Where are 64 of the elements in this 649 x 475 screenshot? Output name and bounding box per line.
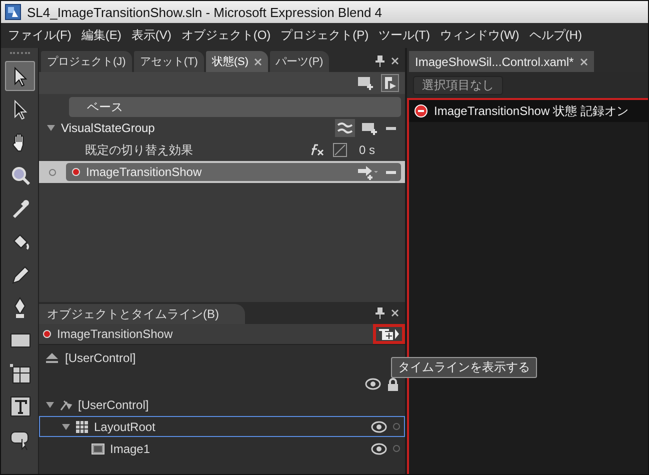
menu-item[interactable]: ツール(T) (374, 27, 435, 44)
record-dot (72, 168, 80, 176)
pin-icon[interactable] (375, 55, 385, 67)
state-item[interactable]: ImageTransitionShow (66, 163, 401, 181)
tree-row[interactable]: Image1 (39, 438, 405, 459)
add-state-group-icon[interactable] (357, 75, 375, 91)
group-name: VisualStateGroup (61, 121, 156, 135)
image-icon (91, 442, 105, 456)
menu-item[interactable]: 表示(V) (126, 27, 176, 44)
expand-icon[interactable] (62, 424, 70, 430)
pin-icon[interactable] (375, 307, 385, 319)
grip-handle[interactable] (10, 52, 30, 56)
tree-row[interactable]: [UserControl] (39, 394, 405, 415)
lock-toggle[interactable] (393, 423, 400, 430)
record-icon[interactable] (414, 104, 428, 118)
grid-icon (8, 362, 30, 384)
radio-dot[interactable] (49, 168, 56, 176)
panel-tab[interactable]: オブジェクトとタイムライン(B) (39, 304, 245, 324)
menu-item[interactable]: ヘルプ(H) (524, 27, 587, 44)
menu-item[interactable]: ファイル(F) (3, 27, 76, 44)
panel-tab[interactable]: アセット(T) (134, 51, 204, 72)
panel-tab[interactable]: パーツ(P) (270, 51, 330, 72)
window-title: SL4_ImageTransitionShow.sln - Microsoft Expression Blend 4 (27, 4, 382, 20)
eye-icon[interactable] (365, 378, 381, 390)
close-icon[interactable] (254, 58, 262, 66)
transition-label: 既定の切り替え効果 (85, 142, 194, 158)
base-state[interactable]: ベース (69, 97, 401, 117)
panel-tab[interactable]: 状態(S) (206, 51, 268, 72)
lock-icon[interactable] (387, 378, 399, 390)
text-icon (8, 395, 30, 417)
timeline-icon (378, 327, 400, 341)
close-icon[interactable] (391, 57, 399, 65)
easing-curve-icon[interactable] (332, 143, 347, 157)
app-icon (5, 4, 21, 20)
add-transition-icon[interactable] (357, 164, 379, 180)
grid-icon (75, 420, 89, 434)
expand-icon[interactable] (47, 125, 55, 131)
select-tool[interactable] (4, 61, 34, 91)
close-icon[interactable] (391, 309, 399, 317)
expand-icon[interactable] (46, 402, 54, 408)
lock-toggle[interactable] (393, 445, 400, 452)
state-name: ImageTransitionShow (57, 327, 174, 341)
easing-icon[interactable] (335, 119, 355, 137)
document-tab[interactable]: ImageShowSil...Control.xaml* (409, 51, 594, 72)
menu-item[interactable]: オブジェクト(O) (176, 27, 276, 44)
tree-row[interactable]: LayoutRoot (39, 416, 405, 437)
add-state-icon[interactable] (361, 120, 379, 136)
eye-icon[interactable] (371, 420, 387, 432)
eye-icon[interactable] (371, 442, 387, 454)
close-icon[interactable] (580, 58, 588, 66)
record-dot (43, 330, 51, 338)
menu-item[interactable]: プロジェクト(P) (276, 27, 374, 44)
duration-value[interactable]: 0 s (358, 143, 375, 157)
scope-up-icon[interactable] (45, 352, 59, 364)
tooltip: タイムラインを表示する (391, 357, 537, 378)
breadcrumb-button[interactable]: 選択項目なし (413, 76, 503, 94)
scope-name: [UserControl] (65, 351, 136, 365)
menu-item[interactable]: ウィンドウ(W) (434, 27, 524, 44)
show-timeline-button[interactable] (373, 324, 405, 344)
fx-icon[interactable] (308, 143, 325, 157)
menu-item[interactable]: 編集(E) (76, 27, 126, 44)
panel-tab[interactable]: プロジェクト(J) (41, 51, 132, 72)
record-timeline-icon[interactable] (381, 74, 399, 92)
recording-status: ImageTransitionShow 状態 記録オン (434, 102, 628, 120)
